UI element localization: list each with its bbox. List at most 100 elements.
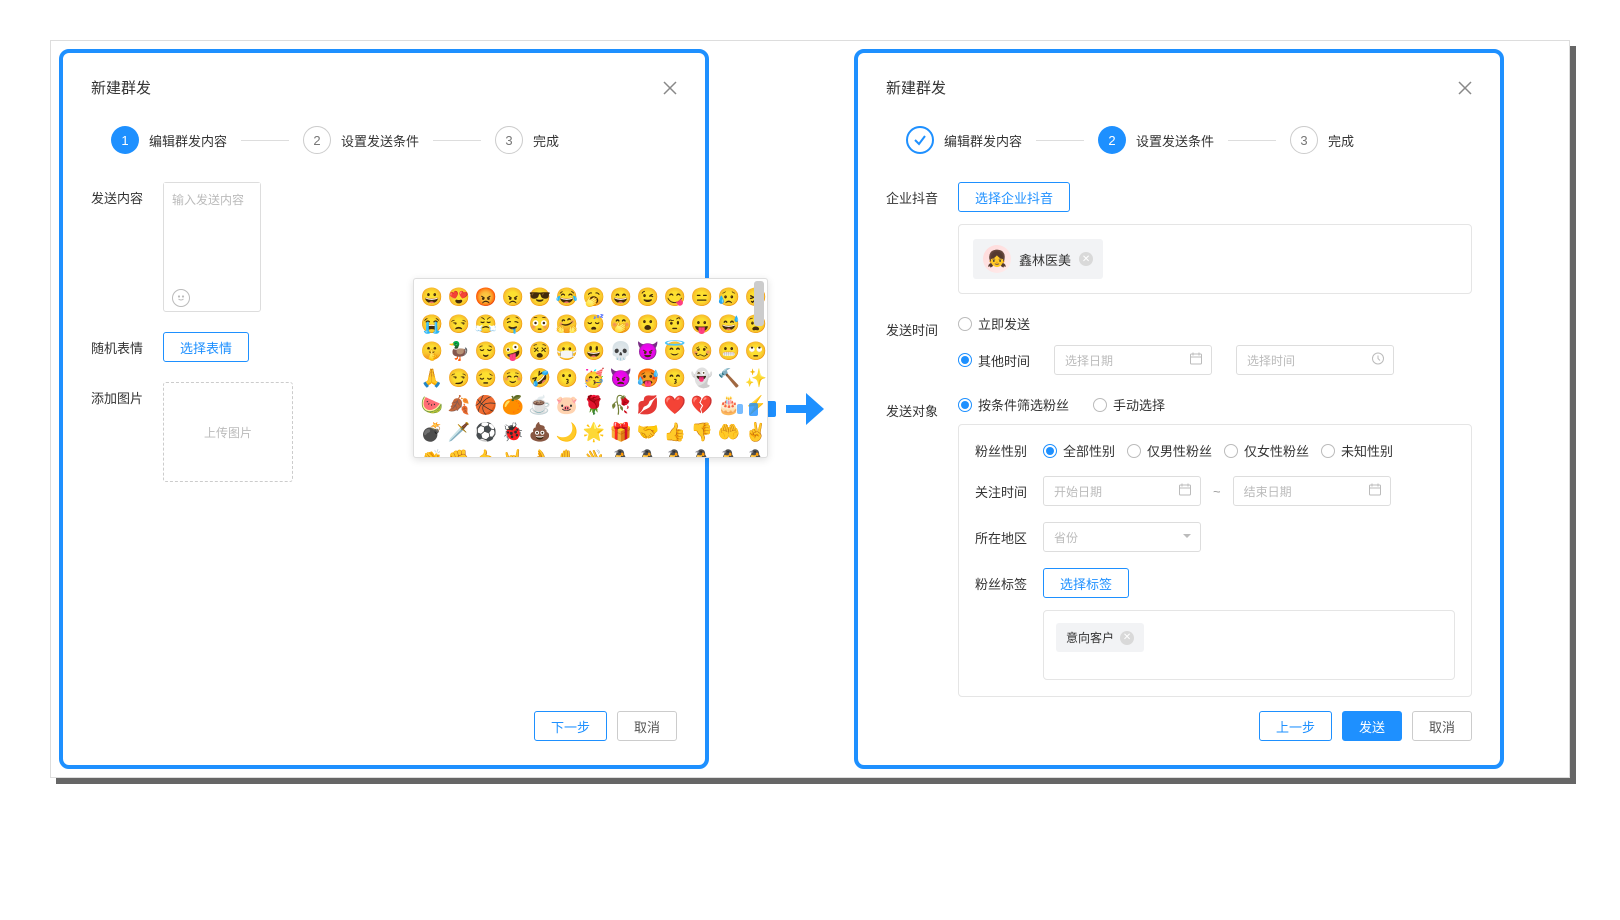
emoji-cell[interactable]: 😔 — [474, 366, 498, 390]
emoji-cell[interactable]: 😠 — [501, 285, 525, 309]
radio-target-filter[interactable]: 按条件筛选粉丝 — [958, 395, 1069, 414]
emoji-cell[interactable]: 😂 — [555, 285, 579, 309]
next-button[interactable]: 下一步 — [534, 711, 607, 741]
emoji-cell[interactable]: 🐧 — [690, 447, 714, 458]
emoji-cell[interactable]: 🤘 — [501, 447, 525, 458]
cancel-button[interactable]: 取消 — [617, 711, 677, 741]
emoji-cell[interactable]: 🤣 — [528, 366, 552, 390]
emoji-cell[interactable]: 🥵 — [636, 366, 660, 390]
emoji-cell[interactable]: ✋ — [555, 447, 579, 458]
radio-gender-female[interactable]: 仅女性粉丝 — [1224, 441, 1309, 460]
emoji-cell[interactable]: 🌟 — [582, 420, 606, 444]
emoji-cell[interactable]: 👋 — [582, 447, 606, 458]
emoji-cell[interactable]: 🐧 — [609, 447, 633, 458]
emoji-cell[interactable]: 🗡️ — [447, 420, 471, 444]
radio-send-other[interactable]: 其他时间 — [958, 351, 1030, 370]
emoji-cell[interactable]: ❤️ — [663, 393, 687, 417]
radio-gender-all[interactable]: 全部性别 — [1043, 441, 1115, 460]
emoji-cell[interactable]: 🤨 — [663, 312, 687, 336]
emoji-cell[interactable]: 🙏 — [420, 366, 444, 390]
emoji-cell[interactable]: 😮 — [636, 312, 660, 336]
emoji-cell[interactable]: 🥳 — [582, 366, 606, 390]
emoji-cell[interactable]: 😒 — [447, 312, 471, 336]
emoji-cell[interactable]: 😤 — [474, 312, 498, 336]
radio-target-manual[interactable]: 手动选择 — [1093, 395, 1165, 414]
close-icon[interactable] — [663, 81, 677, 95]
emoji-cell[interactable]: 🥱 — [582, 285, 606, 309]
emoji-cell[interactable]: 🏀 — [474, 393, 498, 417]
emoji-cell[interactable]: 😉 — [636, 285, 660, 309]
emoji-cell[interactable]: 😭 — [420, 312, 444, 336]
emoji-cell[interactable]: 🦆 — [447, 339, 471, 363]
emoji-cell[interactable]: 🐧 — [636, 447, 660, 458]
emoji-cell[interactable]: 💣 — [420, 420, 444, 444]
pick-date-input[interactable]: 选择日期 — [1054, 345, 1212, 375]
emoji-cell[interactable]: 🥀 — [609, 393, 633, 417]
emoji-cell[interactable]: 🤤 — [501, 312, 525, 336]
emoji-cell[interactable]: 😋 — [663, 285, 687, 309]
emoji-cell[interactable]: 🤗 — [555, 312, 579, 336]
emoji-cell[interactable]: 👍 — [663, 420, 687, 444]
emoji-cell[interactable]: 😛 — [690, 312, 714, 336]
emoji-cell[interactable]: 🤝 — [636, 420, 660, 444]
emoji-cell[interactable]: 😃 — [582, 339, 606, 363]
remove-tag-icon[interactable]: ✕ — [1120, 631, 1134, 645]
send-button[interactable]: 发送 — [1342, 711, 1402, 741]
emoji-cell[interactable]: 💋 — [636, 393, 660, 417]
emoji-cell[interactable]: 👿 — [609, 366, 633, 390]
select-tag-button[interactable]: 选择标签 — [1043, 568, 1129, 598]
end-date-input[interactable]: 结束日期 — [1233, 476, 1391, 506]
emoji-cell[interactable]: 💔 — [690, 393, 714, 417]
emoji-cell[interactable]: 🌹 — [582, 393, 606, 417]
select-account-button[interactable]: 选择企业抖音 — [958, 182, 1070, 212]
emoji-cell[interactable]: 👻 — [690, 366, 714, 390]
emoji-cell[interactable]: 😎 — [528, 285, 552, 309]
emoji-cell[interactable]: 🌙 — [555, 420, 579, 444]
emoji-cell[interactable]: 😑 — [690, 285, 714, 309]
remove-chip-icon[interactable]: ✕ — [1079, 252, 1093, 266]
emoji-cell[interactable]: 🥴 — [690, 339, 714, 363]
emoji-cell[interactable]: 🍉 — [420, 393, 444, 417]
emoji-cell[interactable]: 🤫 — [420, 339, 444, 363]
radio-send-now[interactable]: 立即发送 — [958, 314, 1030, 333]
content-textarea[interactable] — [164, 183, 260, 285]
emoji-cell[interactable]: 👌 — [528, 447, 552, 458]
close-icon[interactable] — [1458, 81, 1472, 95]
emoji-cell[interactable]: 😴 — [582, 312, 606, 336]
emoji-cell[interactable]: 😀 — [420, 285, 444, 309]
emoji-cell[interactable]: 🤭 — [609, 312, 633, 336]
radio-gender-unknown[interactable]: 未知性别 — [1321, 441, 1393, 460]
emoji-cell[interactable]: 😷 — [555, 339, 579, 363]
radio-gender-male[interactable]: 仅男性粉丝 — [1127, 441, 1212, 460]
emoji-cell[interactable]: ☺️ — [501, 366, 525, 390]
emoji-cell[interactable]: 😥 — [717, 285, 741, 309]
emoji-cell[interactable]: 👎 — [690, 420, 714, 444]
emoji-cell[interactable]: 😵 — [528, 339, 552, 363]
emoji-cell[interactable]: 🐞 — [501, 420, 525, 444]
province-select[interactable]: 省份 — [1043, 522, 1201, 552]
emoji-cell[interactable]: 🎁 — [609, 420, 633, 444]
emoji-cell[interactable]: 😅 — [717, 312, 741, 336]
emoji-cell[interactable]: 😡 — [474, 285, 498, 309]
prev-button[interactable]: 上一步 — [1259, 711, 1332, 741]
emoji-cell[interactable]: 🔨 — [717, 366, 741, 390]
pick-time-input[interactable]: 选择时间 — [1236, 345, 1394, 375]
select-emoji-button[interactable]: 选择表情 — [163, 332, 249, 362]
emoji-cell[interactable]: 🤪 — [501, 339, 525, 363]
emoji-cell[interactable]: 🍊 — [501, 393, 525, 417]
emoji-cell[interactable]: 🐧 — [717, 447, 741, 458]
emoji-cell[interactable]: 😌 — [474, 339, 498, 363]
emoji-cell[interactable]: 🤙 — [474, 447, 498, 458]
emoji-cell[interactable]: 😙 — [663, 366, 687, 390]
emoji-cell[interactable]: 😄 — [609, 285, 633, 309]
start-date-input[interactable]: 开始日期 — [1043, 476, 1201, 506]
emoji-cell[interactable]: 😗 — [555, 366, 579, 390]
emoji-cell[interactable]: 🐧 — [663, 447, 687, 458]
emoji-cell[interactable]: 😈 — [636, 339, 660, 363]
emoji-cell[interactable]: 🐷 — [555, 393, 579, 417]
cancel-button[interactable]: 取消 — [1412, 711, 1472, 741]
emoji-cell[interactable]: 😳 — [528, 312, 552, 336]
emoji-cell[interactable]: ✊ — [447, 447, 471, 458]
emoji-cell[interactable]: ⚽ — [474, 420, 498, 444]
emoji-cell[interactable]: 💩 — [528, 420, 552, 444]
